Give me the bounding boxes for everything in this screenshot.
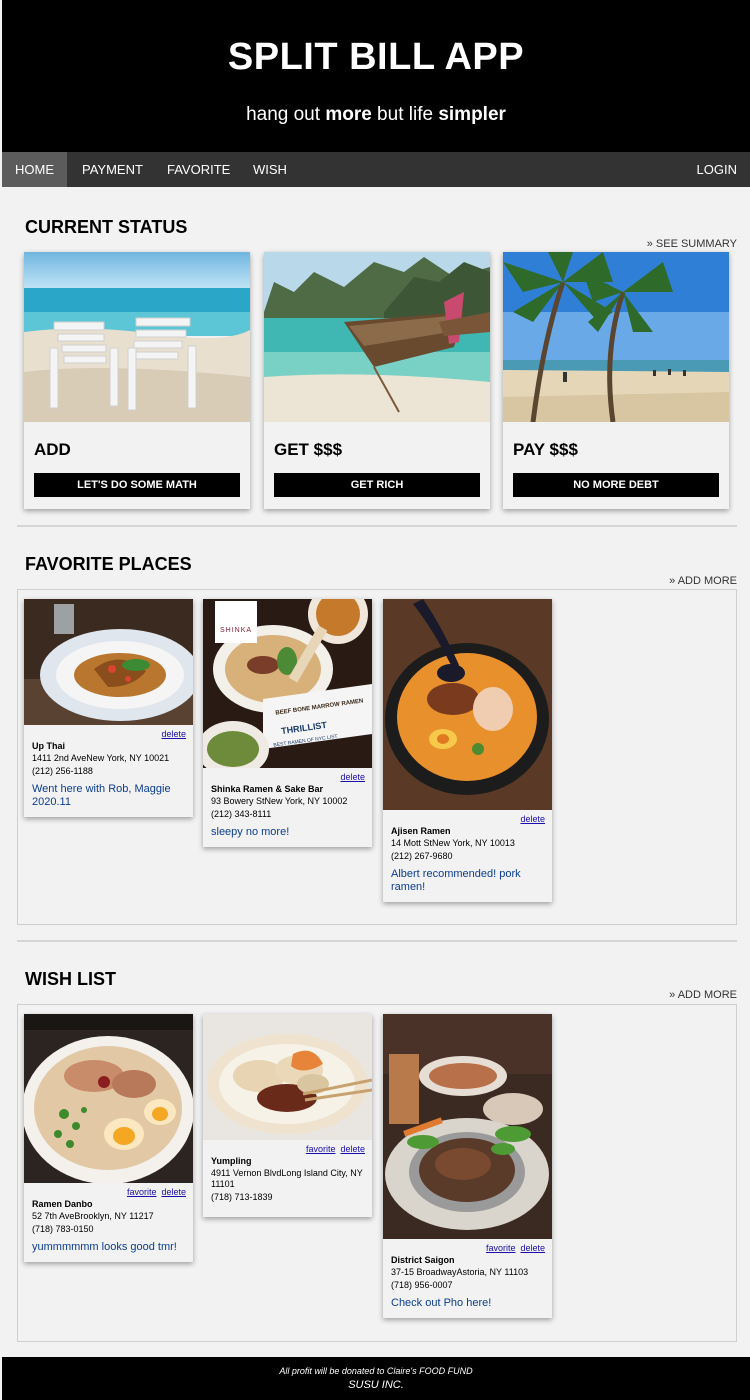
wish-card-yumpling: favorite delete Yumpling 4911 Vernon Blvd… — [203, 1014, 372, 1217]
shinka-logo: SHINKA — [215, 601, 257, 643]
place-address: 52 7th AveBrooklyn, NY 11217 — [32, 1211, 154, 1221]
place-name: Shinka Ramen & Sake Bar — [211, 784, 324, 794]
district-saigon-pho-photo — [383, 1014, 552, 1239]
get-rich-button[interactable]: GET RICH — [274, 473, 480, 497]
footer-company: SUSU INC. — [348, 1379, 404, 1391]
nav-payment[interactable]: PAYMENT — [82, 152, 143, 187]
nav-wish[interactable]: WISH — [253, 152, 287, 187]
wish-card-district-saigon: favorite delete District Saigon 37-15 Bro… — [383, 1014, 552, 1318]
place-address: 1411 2nd AveNew York, NY 10021 — [32, 753, 170, 763]
place-phone: (718) 783-0150 — [32, 1224, 94, 1234]
favorite-card-ajisen: delete Ajisen Ramen 14 Mott StNew York, … — [383, 599, 552, 902]
no-more-debt-button[interactable]: NO MORE DEBT — [513, 473, 719, 497]
app-subtitle: hang out more but life simpler — [246, 104, 506, 125]
up-thai-photo — [24, 599, 193, 725]
see-summary-link[interactable]: » SEE SUMMARY — [647, 238, 737, 250]
section-divider — [17, 525, 737, 527]
favorite-link[interactable]: favorite — [306, 1144, 336, 1154]
place-name: District Saigon — [391, 1255, 455, 1265]
place-note — [203, 1203, 372, 1217]
longtail-boat-photo — [264, 252, 490, 422]
delete-link[interactable]: delete — [161, 1187, 186, 1197]
delete-link[interactable]: delete — [340, 1144, 365, 1154]
place-note: Albert recommended! pork ramen! — [391, 868, 521, 893]
wishlist-section-title: WISH LIST — [25, 969, 116, 989]
yumpling-dumplings-photo — [203, 1014, 372, 1140]
wish-card-ramen-danbo: favorite delete Ramen Danbo 52 7th AveBro… — [24, 1014, 193, 1262]
favorite-card-shinka: SHINKA BEEF BONE MARROW RAMEN THRILLIST … — [203, 599, 372, 847]
app-header: SPLIT BILL APP hang out more but life si… — [2, 0, 750, 152]
nav-favorite[interactable]: FAVORITE — [167, 152, 230, 187]
place-phone: (212) 343-8111 — [211, 809, 272, 819]
delete-link[interactable]: delete — [520, 1243, 545, 1253]
favorite-link[interactable]: favorite — [486, 1243, 516, 1253]
nav-login[interactable]: LOGIN — [697, 152, 737, 187]
place-address: 93 Bowery StNew York, NY 10002 — [211, 796, 348, 806]
footer-donation-text: All profit will be donated to Claire's F… — [279, 1366, 473, 1376]
place-name: Ajisen Ramen — [391, 826, 451, 836]
place-note: Check out Pho here! — [391, 1297, 492, 1309]
place-phone: (718) 713-1839 — [211, 1192, 273, 1202]
status-card-get: GET $$$ GET RICH — [264, 252, 490, 509]
place-address: 37-15 BroadwayAstoria, NY 11103 — [391, 1267, 529, 1277]
page-footer: All profit will be donated to Claire's F… — [2, 1357, 750, 1400]
favorites-add-more-link[interactable]: » ADD MORE — [669, 575, 737, 587]
status-card-pay: PAY $$$ NO MORE DEBT — [503, 252, 729, 509]
place-name: Up Thai — [32, 741, 65, 751]
nav-home[interactable]: HOME — [2, 152, 67, 187]
status-card-title: ADD — [34, 440, 71, 459]
top-nav: HOME PAYMENT FAVORITE WISH LOGIN — [2, 152, 750, 187]
delete-link[interactable]: delete — [520, 814, 545, 824]
shinka-ramen-photo: SHINKA BEEF BONE MARROW RAMEN THRILLIST … — [203, 599, 372, 768]
place-address: 4911 Vernon BlvdLong Island City, NY 111… — [211, 1168, 363, 1189]
app-title: SPLIT BILL APP — [227, 36, 525, 78]
ramen-danbo-photo — [24, 1014, 193, 1183]
favorites-section-title: FAVORITE PLACES — [25, 554, 192, 574]
status-section-title: CURRENT STATUS — [25, 217, 188, 237]
place-name: Yumpling — [211, 1156, 252, 1166]
favorites-panel: delete Up Thai 1411 2nd AveNew York, NY … — [17, 589, 737, 925]
status-card-add: ADD LET'S DO SOME MATH — [24, 252, 250, 509]
place-address: 14 Mott StNew York, NY 10013 — [391, 838, 515, 848]
place-note: Went here with Rob, Maggie 2020.11 — [32, 783, 171, 808]
palm-beach-photo — [503, 252, 729, 422]
place-phone: (212) 267-9680 — [391, 851, 453, 861]
status-card-title: GET $$$ — [274, 440, 343, 459]
do-math-button[interactable]: LET'S DO SOME MATH — [34, 473, 240, 497]
section-divider — [17, 940, 737, 942]
place-note: sleepy no more! — [211, 826, 290, 838]
delete-link[interactable]: delete — [340, 772, 365, 782]
place-name: Ramen Danbo — [32, 1199, 93, 1209]
status-card-title: PAY $$$ — [513, 440, 578, 459]
place-note: yummmmmm looks good tmr! — [32, 1241, 177, 1253]
place-phone: (212) 256-1188 — [32, 766, 93, 776]
beach-chairs-photo — [24, 252, 250, 422]
place-phone: (718) 956-0007 — [391, 1280, 453, 1290]
wishlist-add-more-link[interactable]: » ADD MORE — [669, 989, 737, 1001]
wishlist-panel: favorite delete Ramen Danbo 52 7th AveBro… — [17, 1004, 737, 1342]
delete-link[interactable]: delete — [161, 729, 186, 739]
favorite-link[interactable]: favorite — [127, 1187, 157, 1197]
favorite-card-up-thai: delete Up Thai 1411 2nd AveNew York, NY … — [24, 599, 193, 817]
ajisen-ramen-photo — [383, 599, 552, 810]
